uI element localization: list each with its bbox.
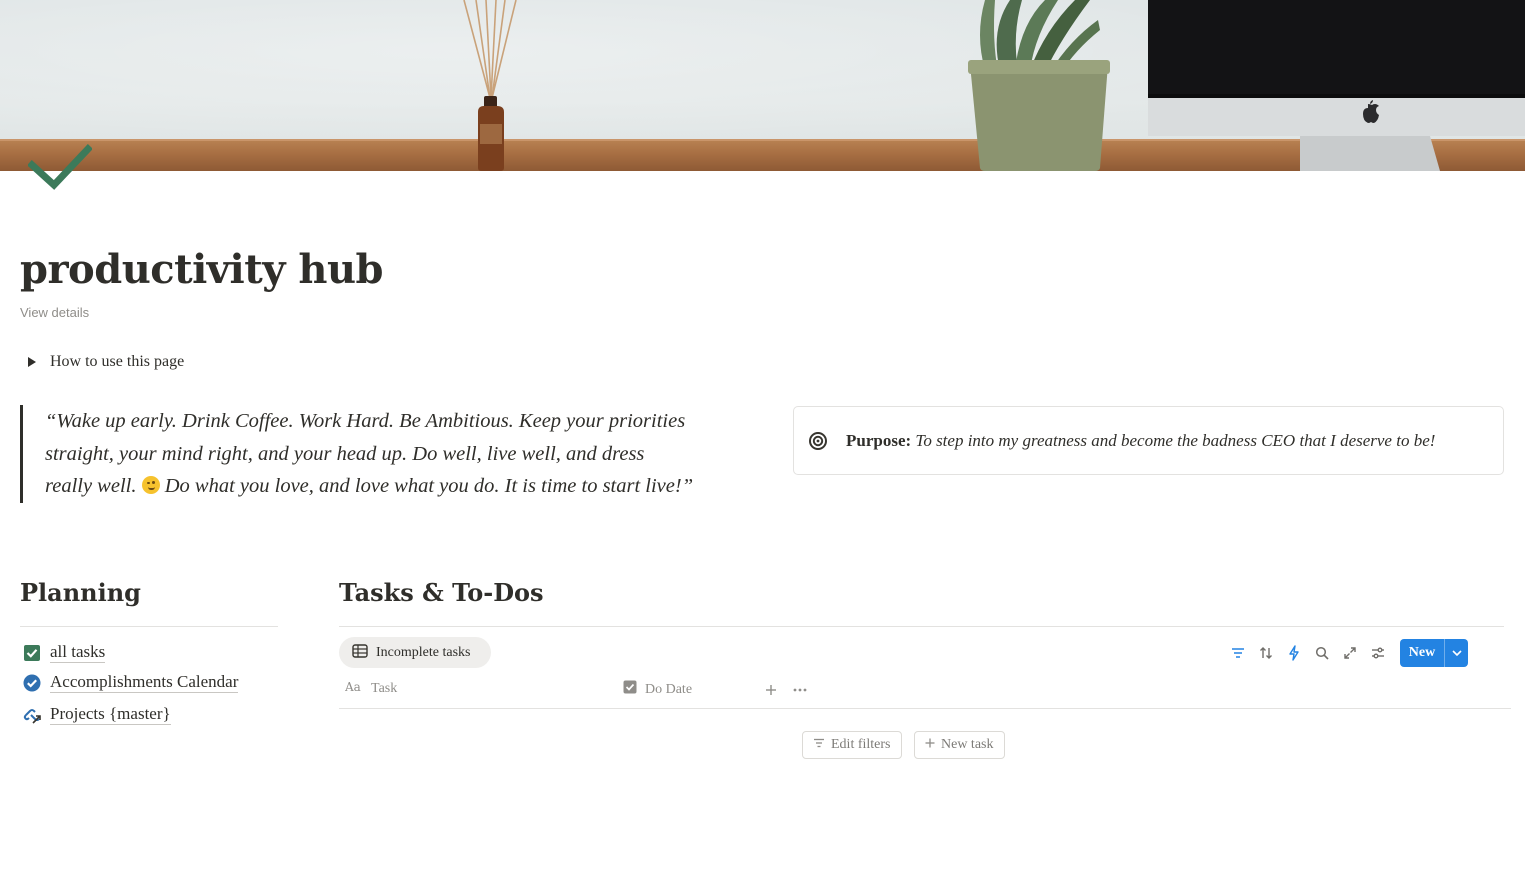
- database-toolbar: [1228, 641, 1388, 665]
- automation-bolt-icon[interactable]: [1284, 641, 1304, 665]
- view-tab-incomplete-tasks[interactable]: Incomplete tasks: [339, 637, 491, 668]
- planning-item-label: Accomplishments Calendar: [50, 672, 239, 693]
- new-task-button[interactable]: New task: [914, 731, 1005, 759]
- tasks-divider: [339, 626, 1504, 627]
- cover-image: [0, 0, 1525, 171]
- edit-filters-label: Edit filters: [831, 737, 891, 752]
- column-header-label: Do Date: [645, 681, 693, 697]
- checkmark-icon[interactable]: [27, 143, 93, 191]
- checkbox-icon: [22, 643, 42, 663]
- quote-line-3-start: really well.: [45, 475, 137, 497]
- view-details-link[interactable]: View details: [20, 305, 89, 320]
- new-button[interactable]: New: [1400, 639, 1468, 667]
- quote-line-3-end: Do what you love, and love what you do. …: [164, 475, 694, 497]
- checkbox-property-icon: [623, 680, 637, 699]
- target-icon[interactable]: [808, 431, 828, 451]
- purpose-callout[interactable]: Purpose: To step into my greatness and b…: [793, 406, 1504, 475]
- text-property-icon: Aa: [344, 680, 363, 697]
- quote-line-3: really well. Do what you love, and love …: [45, 470, 720, 503]
- check-circle-icon: [22, 673, 42, 693]
- planning-item-label: Projects {master}: [50, 704, 171, 725]
- callout-body: To step into my greatness and become the…: [915, 430, 1436, 450]
- view-tab-label: Incomplete tasks: [376, 644, 471, 660]
- toggle-label: How to use this page: [50, 353, 185, 370]
- how-to-use-toggle[interactable]: How to use this page: [24, 353, 184, 371]
- svg-text:Aa: Aa: [345, 680, 361, 692]
- link-arrow-icon: [22, 705, 42, 725]
- planning-item-label: all tasks: [50, 642, 106, 663]
- column-header-label: Task: [371, 680, 398, 696]
- callout-label: Purpose:: [846, 430, 912, 450]
- cover-scene: [463, 0, 1525, 171]
- tasks-heading: Tasks & To-Dos: [339, 578, 544, 607]
- quote-line-2: straight, your mind right, and your head…: [45, 442, 645, 465]
- new-task-label: New task: [941, 737, 994, 752]
- new-button-label[interactable]: New: [1400, 639, 1444, 667]
- winking-face-emoji-icon: [141, 476, 160, 494]
- filter-icon[interactable]: [1228, 641, 1248, 665]
- chevron-down-icon[interactable]: [1445, 639, 1468, 667]
- planning-item-projects-master[interactable]: Projects {master}: [22, 704, 171, 725]
- filter-icon: [813, 737, 825, 753]
- planning-item-accomplishments-calendar[interactable]: Accomplishments Calendar: [22, 672, 239, 693]
- planning-item-all-tasks[interactable]: all tasks: [22, 642, 106, 663]
- callout-text: Purpose: To step into my greatness and b…: [846, 431, 1435, 451]
- plus-icon: [925, 737, 935, 753]
- column-header-task[interactable]: Aa Task: [344, 680, 398, 697]
- table-header-divider: [339, 708, 1511, 709]
- toggle-triangle-icon[interactable]: [28, 357, 36, 367]
- settings-sliders-icon[interactable]: [1368, 641, 1388, 665]
- search-icon[interactable]: [1312, 641, 1332, 665]
- column-header-do-date[interactable]: Do Date: [623, 680, 692, 699]
- edit-filters-button[interactable]: Edit filters: [802, 731, 902, 759]
- add-column-plus-icon[interactable]: [762, 681, 780, 699]
- quote-block: “Wake up early. Drink Coffee. Work Hard.…: [20, 405, 720, 503]
- quote-line-1: “Wake up early. Drink Coffee. Work Hard.…: [45, 410, 686, 432]
- planning-heading: Planning: [20, 578, 141, 607]
- expand-icon[interactable]: [1340, 641, 1360, 665]
- more-options-icon[interactable]: [790, 681, 810, 699]
- page-title[interactable]: productivity hub: [20, 244, 384, 296]
- sort-icon[interactable]: [1256, 641, 1276, 665]
- table-view-icon: [352, 643, 368, 662]
- planning-divider: [20, 626, 278, 627]
